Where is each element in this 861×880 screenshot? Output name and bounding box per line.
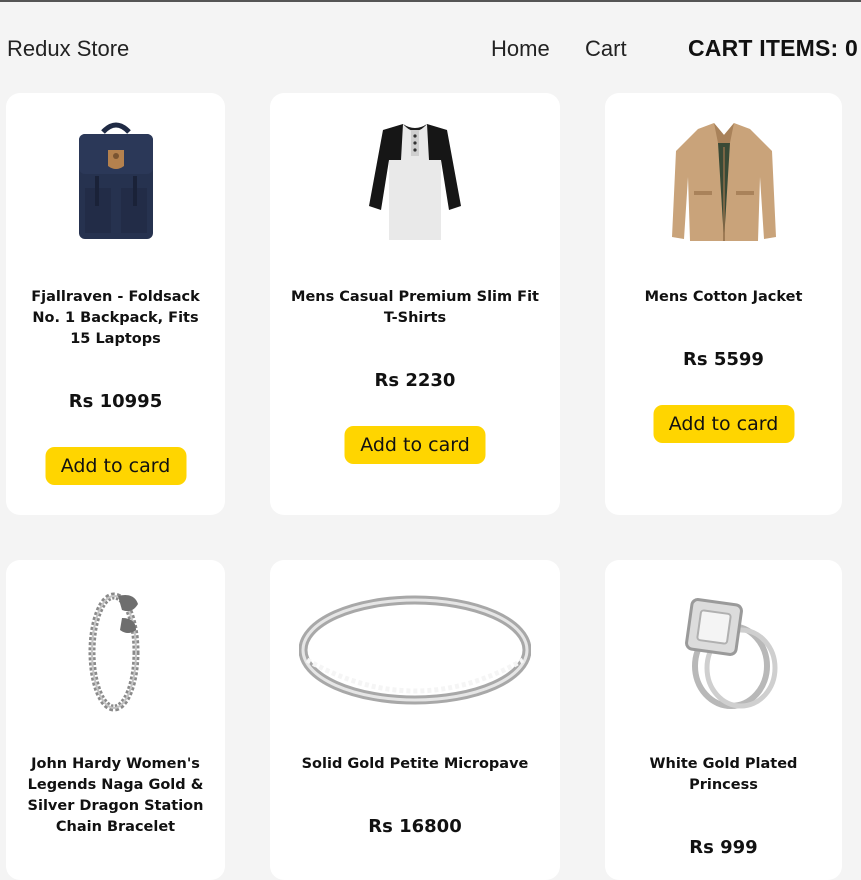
cart-items-count: CART ITEMS: 0 (688, 35, 858, 61)
product-image-engagement-ring (605, 586, 842, 714)
navbar: Redux Store Home Cart CART ITEMS: 0 (0, 2, 861, 92)
product-card: John Hardy Women's Legends Naga Gold & S… (6, 560, 225, 880)
product-title: Solid Gold Petite Micropave (301, 756, 529, 772)
product-image-jacket (605, 119, 842, 247)
product-card: Mens Cotton Jacket Rs 5599 Add to card (605, 93, 842, 515)
product-price: Rs 2230 (374, 370, 456, 391)
product-image-t-shirt (270, 119, 560, 247)
product-title: Mens Casual Premium Slim Fit T-Shirts (291, 289, 539, 326)
product-price: Rs 16800 (368, 816, 462, 837)
add-to-cart-button[interactable]: Add to card (45, 447, 186, 485)
product-card: Solid Gold Petite Micropave Rs 16800 (270, 560, 560, 880)
product-image-bracelet (6, 586, 225, 714)
product-title: Mens Cotton Jacket (644, 289, 803, 305)
product-title: Fjallraven - Foldsack No. 1 Backpack, Fi… (31, 289, 200, 347)
product-card: Fjallraven - Foldsack No. 1 Backpack, Fi… (6, 93, 225, 515)
product-image-backpack (6, 115, 225, 245)
add-to-cart-button[interactable]: Add to card (344, 426, 486, 464)
nav-cart-link[interactable]: Cart (585, 36, 627, 62)
product-card: Mens Casual Premium Slim Fit T-Shirts Rs… (270, 93, 560, 515)
brand-logo[interactable]: Redux Store (7, 36, 129, 62)
product-price: Rs 10995 (68, 391, 163, 412)
product-image-ring (270, 586, 560, 714)
product-price: Rs 5599 (683, 349, 764, 370)
product-title: John Hardy Women's Legends Naga Gold & S… (27, 756, 204, 835)
add-to-cart-button[interactable]: Add to card (653, 405, 794, 443)
nav-home-link[interactable]: Home (491, 36, 550, 62)
product-title: White Gold Plated Princess (649, 756, 798, 793)
product-card: White Gold Plated Princess Rs 999 (605, 560, 842, 880)
product-price: Rs 999 (689, 837, 758, 858)
